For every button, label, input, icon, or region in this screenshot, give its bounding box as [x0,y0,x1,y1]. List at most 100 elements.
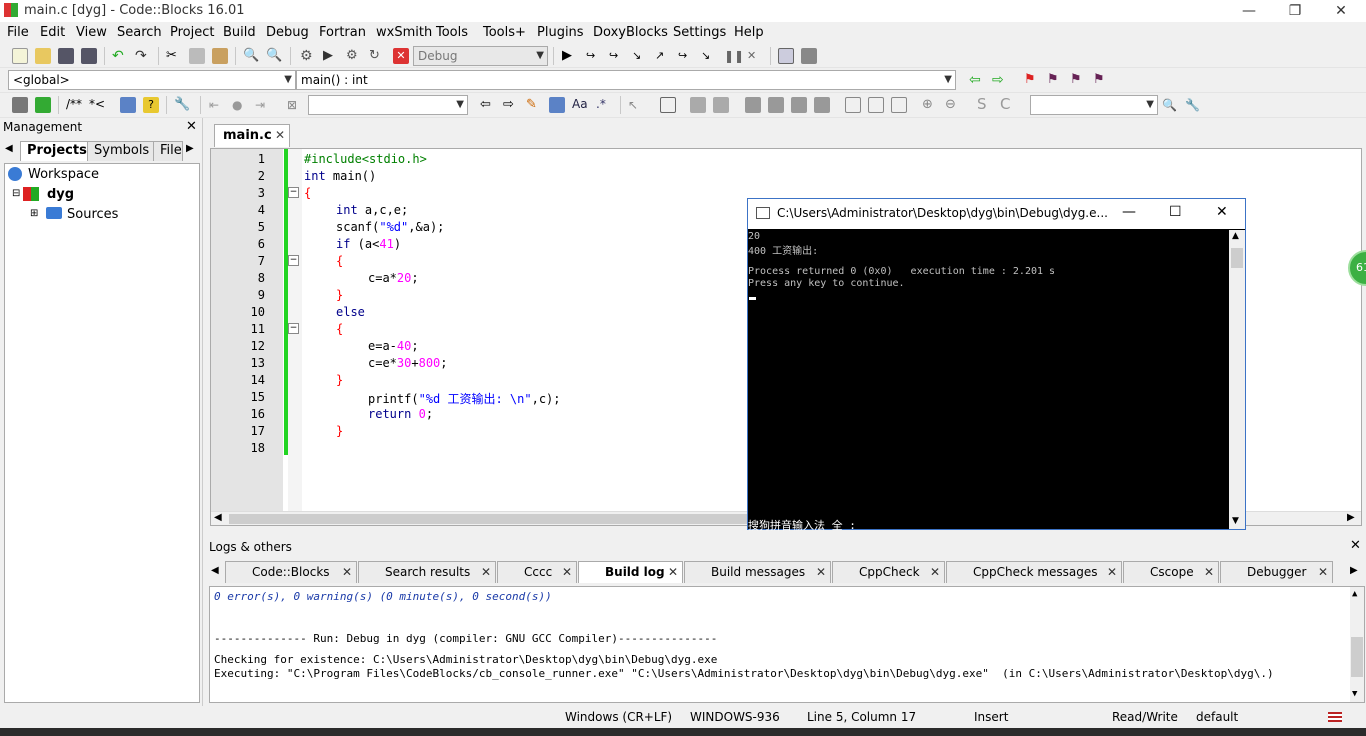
tab-build-log[interactable]: Build log ✕ [578,561,683,583]
search-combo-2[interactable]: ▼ [1030,95,1158,115]
scroll-right-icon[interactable]: ▶ [186,143,194,154]
menu-debug[interactable]: Debug [266,25,309,40]
tree-sources[interactable]: Sources [67,207,118,222]
build-run-icon[interactable]: ⚙ [346,48,362,64]
tree-project[interactable]: dyg [47,187,74,202]
menu-fortran[interactable]: Fortran [319,25,366,40]
menu-search[interactable]: Search [117,25,162,40]
paste-icon[interactable] [212,48,228,64]
scroll-down-icon[interactable]: ▼ [1232,516,1239,526]
close-icon[interactable]: ✕ [930,562,940,582]
search-combo[interactable]: ▼ [308,95,468,115]
settings-icon[interactable]: 🔧 [1185,97,1201,113]
menu-help[interactable]: Help [734,25,764,40]
save-all-icon[interactable] [81,48,97,64]
tab-files[interactable]: Files [153,141,183,161]
scroll-down-icon[interactable]: ▼ [1352,689,1357,699]
dot-icon[interactable]: ● [232,97,248,113]
prev-icon[interactable]: ⇤ [209,97,225,113]
restore-button[interactable]: ❐ [1272,0,1318,22]
bookmark-clear-icon[interactable]: ⚑ [1093,72,1109,88]
editor-tab[interactable]: main.c ✕ [214,124,290,147]
doxy-run-icon[interactable] [35,97,51,113]
tab-cppcheck[interactable]: CppCheck ✕ [832,561,945,583]
scroll-thumb[interactable] [229,514,749,524]
run-to-cursor-icon[interactable]: ↪ [586,48,602,64]
undo-icon[interactable]: ↶ [112,48,128,64]
fold-icon[interactable]: − [288,255,299,266]
rebuild-icon[interactable]: ↻ [369,48,385,64]
close-icon[interactable]: ✕ [275,128,285,142]
search-icon[interactable]: 🔍 [1162,97,1178,113]
collapse-icon[interactable]: ⊟ [12,188,20,199]
tab-cscope[interactable]: Cscope ✕ [1123,561,1219,583]
scroll-right-icon[interactable]: ▶ [1350,565,1358,576]
menu-view[interactable]: View [76,25,107,40]
close-icon[interactable]: ✕ [481,562,491,582]
scroll-up-icon[interactable]: ▲ [1232,231,1239,241]
scroll-left-icon[interactable]: ◀ [214,512,222,523]
close-button[interactable]: ✕ [1318,0,1364,22]
shape-icon-2[interactable] [868,97,884,113]
selection-icon[interactable] [549,97,565,113]
function-select[interactable]: main() : int ▼ [296,70,956,90]
bookmark-toggle-icon[interactable]: ⚑ [1024,72,1040,88]
panel-icon-4[interactable] [814,97,830,113]
html-help-icon[interactable] [120,97,136,113]
menu-doxyblocks[interactable]: DoxyBlocks [593,25,668,40]
s-icon[interactable]: S [977,95,987,113]
close-icon[interactable]: ✕ [186,119,197,134]
chm-help-icon[interactable]: ? [143,97,159,113]
copy-icon[interactable] [189,48,205,64]
menu-plugins[interactable]: Plugins [537,25,584,40]
arrow-left-icon[interactable]: ⇦ [480,97,496,113]
build-target-select[interactable]: Debug ▼ [413,46,548,66]
bookmark-prev-icon[interactable]: ⚑ [1047,72,1063,88]
build-log-output[interactable]: 0 error(s), 0 warning(s) (0 minute(s), 0… [209,586,1365,703]
panel-icon-2[interactable] [768,97,784,113]
tab-search-results[interactable]: Search results ✕ [358,561,496,583]
block-comment-icon[interactable]: /** [66,97,82,111]
tab-cccc[interactable]: Cccc ✕ [497,561,577,583]
shape-icon-1[interactable] [845,97,861,113]
clear-icon[interactable]: ⊠ [287,97,303,113]
scroll-thumb[interactable] [1351,637,1363,677]
close-icon[interactable]: ✕ [1107,562,1117,582]
pointer-icon[interactable]: ↖ [628,97,644,113]
pause-icon[interactable]: ❚❚ [724,48,744,64]
debug-windows-icon[interactable] [778,48,794,64]
fold-icon[interactable]: − [288,187,299,198]
find-icon[interactable]: 🔍 [243,48,259,64]
menu-tools-plus[interactable]: Tools+ [483,25,526,40]
menu-project[interactable]: Project [170,25,214,40]
abort-icon[interactable]: ✕ [393,48,409,64]
menu-wxsmith[interactable]: wxSmith [376,25,432,40]
match-case-icon[interactable]: Aa [572,97,588,111]
log-scrollbar[interactable]: ▲ ▼ [1350,587,1364,702]
jump-back-icon[interactable]: ⇦ [969,72,985,88]
c-icon[interactable]: C [1000,95,1010,113]
shape-icon-3[interactable] [891,97,907,113]
menu-edit[interactable]: Edit [40,25,65,40]
scroll-thumb[interactable] [1231,248,1243,268]
panel-icon-3[interactable] [791,97,807,113]
menu-settings[interactable]: Settings [673,25,726,40]
expand-icon[interactable]: ⊞ [30,208,38,219]
minimize-button[interactable]: — [1122,204,1136,220]
tab-symbols[interactable]: Symbols [87,141,157,161]
run-icon[interactable]: ▶ [323,48,339,64]
tab-debugger[interactable]: Debugger ✕ [1220,561,1333,583]
close-icon[interactable]: ✕ [1318,562,1328,582]
zoom-in-icon[interactable]: ⊕ [922,97,938,113]
next-line-icon[interactable]: ↪ [609,48,625,64]
scroll-right-icon[interactable]: ▶ [1347,512,1355,523]
stop-icon[interactable]: ✕ [747,48,763,64]
menu-file[interactable]: File [7,25,29,40]
step-into-icon[interactable]: ↘ [632,48,648,64]
cut-icon[interactable]: ✂ [166,48,182,64]
next-instruction-icon[interactable]: ↪ [678,48,694,64]
close-icon[interactable]: ✕ [1204,562,1214,582]
doxy-icon[interactable] [12,97,28,113]
close-icon[interactable]: ✕ [668,562,678,582]
scroll-left-icon[interactable]: ◀ [5,143,13,154]
